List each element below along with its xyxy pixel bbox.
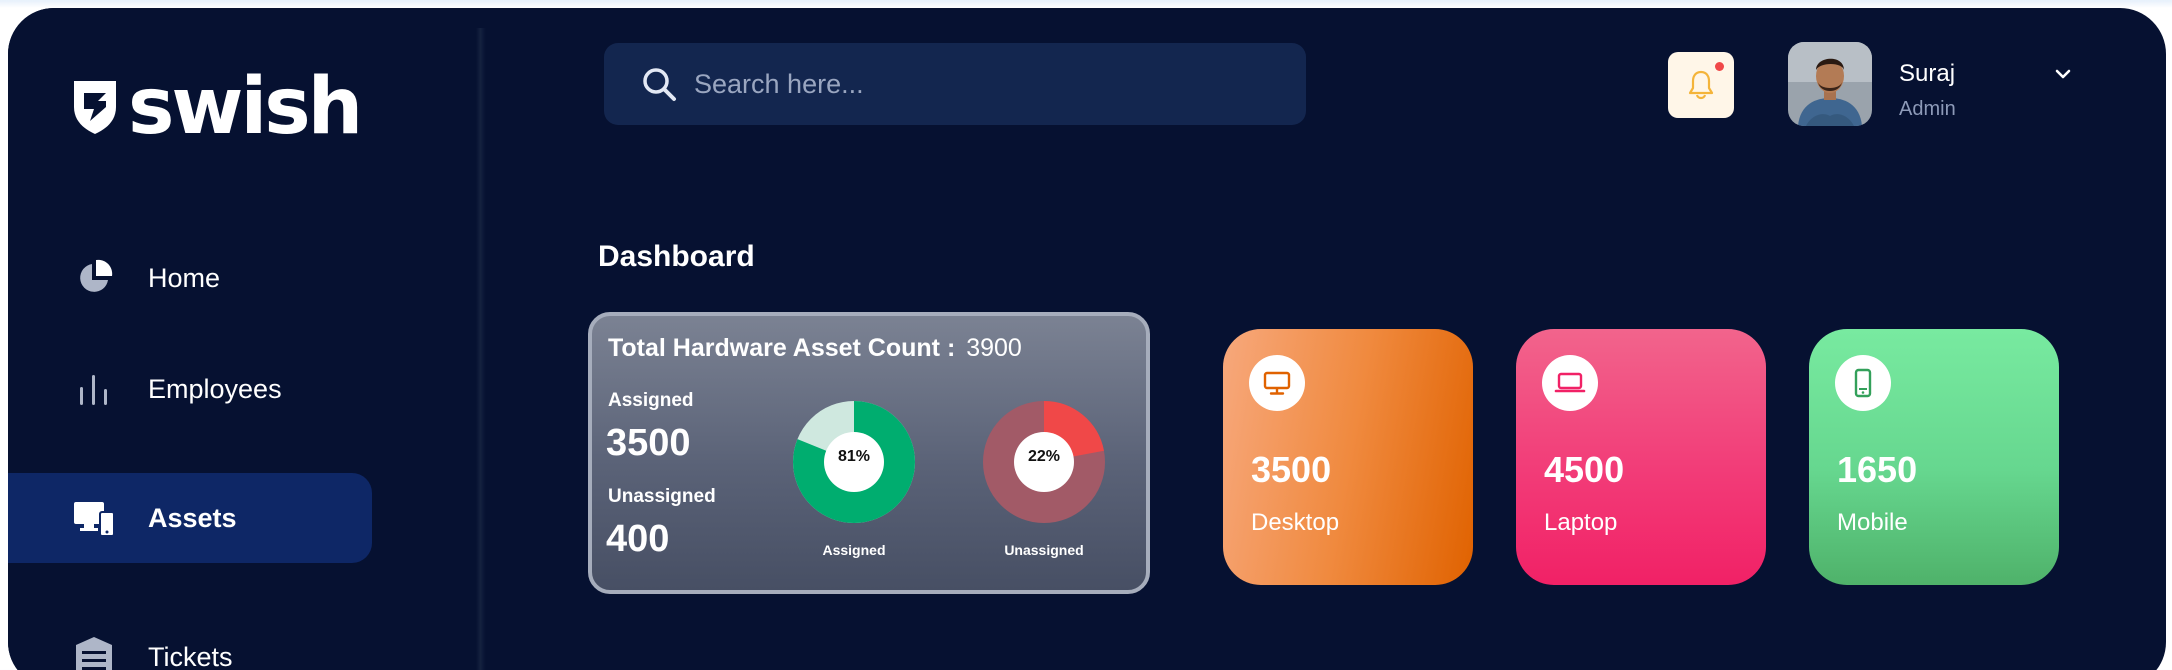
summary-title: Total Hardware Asset Count : 3900 [608, 334, 1022, 363]
monitor-icon [1249, 355, 1305, 411]
unassigned-donut: 22% [982, 400, 1106, 524]
assigned-label: Assigned [608, 390, 694, 411]
stat-card-laptop[interactable]: 4500 Laptop [1516, 329, 1766, 585]
donut-percent: 22% [1027, 448, 1061, 465]
app-window: swish Home Employees Assets Tickets Sear… [8, 8, 2166, 670]
page-title: Dashboard [598, 240, 755, 273]
mobile-icon [1835, 355, 1891, 411]
hardware-summary-card: Total Hardware Asset Count : 3900 Assign… [588, 312, 1150, 594]
sidebar-item-label: Employees [148, 373, 282, 404]
search-icon [643, 68, 676, 101]
user-name: Suraj [1899, 60, 1956, 87]
devices-icon [72, 496, 116, 540]
ticket-icon [72, 635, 116, 670]
sidebar-item-home[interactable]: Home [8, 233, 372, 323]
stat-label: Desktop [1251, 509, 1340, 536]
bell-icon [1688, 70, 1714, 100]
stat-value: 4500 [1544, 449, 1625, 490]
pie-chart-icon [72, 256, 116, 300]
user-photo-icon [1788, 42, 1872, 126]
notification-button[interactable] [1668, 52, 1734, 118]
summary-total: 3900 [966, 334, 1022, 362]
sidebar-item-assets[interactable]: Assets [8, 473, 372, 563]
donut-caption: Assigned [822, 542, 886, 558]
assigned-value: 3500 [606, 422, 691, 464]
unassigned-value: 400 [606, 518, 670, 560]
stat-label: Mobile [1837, 509, 1908, 536]
sidebar: swish Home Employees Assets Tickets [8, 8, 483, 670]
user-role: Admin [1899, 98, 1956, 120]
sidebar-item-label: Tickets [148, 641, 233, 670]
donut-caption: Unassigned [1004, 542, 1084, 558]
search-input[interactable] [694, 68, 1254, 100]
laptop-icon [1542, 355, 1598, 411]
stat-value: 3500 [1251, 449, 1332, 490]
shield-logo-icon [74, 81, 116, 134]
bar-chart-icon [72, 367, 116, 411]
unassigned-label: Unassigned [608, 486, 716, 507]
sidebar-item-employees[interactable]: Employees [8, 344, 372, 434]
assigned-donut: 81% [792, 400, 916, 524]
avatar[interactable] [1788, 42, 1872, 126]
sidebar-divider [476, 28, 486, 670]
sidebar-item-tickets[interactable]: Tickets [8, 612, 372, 670]
stat-card-desktop[interactable]: 3500 Desktop [1223, 329, 1473, 585]
sidebar-item-label: Home [148, 262, 221, 293]
sidebar-item-label: Assets [148, 502, 237, 533]
chevron-down-icon[interactable] [2052, 63, 2074, 85]
stat-card-mobile[interactable]: 1650 Mobile [1809, 329, 2059, 585]
notification-dot [1715, 62, 1724, 71]
brand-logo[interactable]: swish [70, 62, 363, 152]
summary-title-text: Total Hardware Asset Count : [608, 334, 956, 362]
donut-percent: 81% [837, 448, 871, 465]
search-bar[interactable] [604, 43, 1306, 125]
stat-label: Laptop [1544, 509, 1618, 536]
brand-name: swish [128, 62, 363, 152]
stat-value: 1650 [1837, 449, 1918, 490]
